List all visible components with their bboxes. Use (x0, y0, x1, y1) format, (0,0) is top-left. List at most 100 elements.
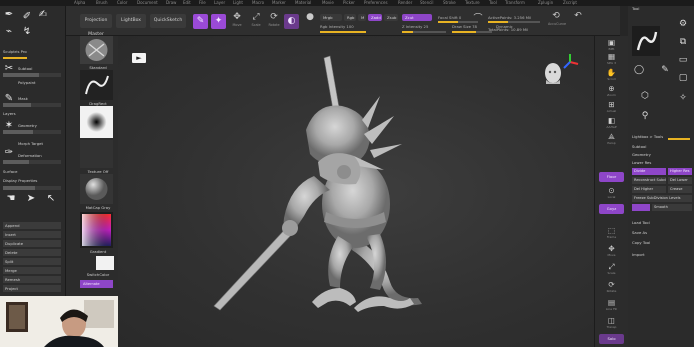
menu-document[interactable]: Document (137, 0, 158, 5)
rgb-intensity-slider[interactable]: Rgb Intensity 100 (320, 24, 354, 29)
tool-slider[interactable] (668, 138, 690, 140)
scroll-button[interactable]: ✋ Scroll (599, 68, 624, 81)
menu-texture[interactable]: Texture (465, 0, 480, 5)
simplebrush-icon[interactable]: ✧ (676, 92, 690, 104)
zsub-button[interactable]: Zsub (384, 14, 398, 21)
zsphere-icon[interactable]: ⚲ (638, 110, 652, 122)
copy-tool-label[interactable]: Copy Tool (632, 240, 692, 245)
mrgb-button[interactable]: Mrgb (320, 14, 342, 21)
duplicate-button[interactable]: Duplicate (3, 240, 61, 247)
crease-button[interactable]: Crease (668, 186, 692, 193)
axis-gizmo-icon[interactable] (560, 52, 580, 72)
linefill-button[interactable]: ▤ Line Fill (599, 298, 624, 311)
menu-macro[interactable]: Macro (252, 0, 264, 5)
mask-bar[interactable] (3, 103, 61, 107)
projection-master-button[interactable]: Projection Master (80, 14, 112, 37)
actual-button[interactable]: ⊞ Actual (599, 100, 624, 113)
focal-shift-slider[interactable]: Focal Shift 0 (438, 15, 461, 20)
menu-material[interactable]: Material (295, 0, 311, 5)
subtool-header[interactable]: Subtool (632, 144, 692, 149)
menu-zscript[interactable]: Zscript (563, 0, 577, 5)
color-picker[interactable] (80, 212, 113, 248)
stroke-thumb[interactable] (80, 70, 113, 100)
hand-icon[interactable]: ☚ (4, 192, 18, 206)
menu-edit[interactable]: Edit (183, 0, 191, 5)
zoom-button[interactable]: ⊕ Zoom (599, 84, 624, 97)
transp-button[interactable]: ◫ Transp (599, 316, 624, 329)
merge-button[interactable]: Merge (3, 267, 61, 274)
aahalf-button[interactable]: ◧ AAHalf (599, 116, 624, 129)
menu-stencil[interactable]: Stencil (420, 0, 434, 5)
menu-alpha[interactable]: Alpha (74, 0, 85, 5)
higher-res-button[interactable]: Higher Res (668, 168, 692, 175)
spix-button[interactable]: ▦ SPix 3 (599, 52, 624, 65)
pointer-icon[interactable]: ↖ (44, 192, 58, 206)
zcut-button[interactable]: Zcut (402, 14, 432, 21)
lazy-mouse-button[interactable]: ⌒ (470, 11, 486, 31)
draw-size-track[interactable] (452, 31, 492, 33)
frame-button[interactable]: ⬚ Frame (599, 226, 624, 239)
menu-file[interactable]: File (199, 0, 206, 5)
subtool-bar[interactable] (3, 73, 61, 77)
z-intensity-track[interactable] (402, 31, 446, 33)
menu-transform[interactable]: Transform (505, 0, 525, 5)
rgb-intensity-track[interactable] (320, 31, 366, 33)
display-properties-label[interactable]: Display Properties (3, 178, 63, 183)
polymesh-icon[interactable]: ⬡ (638, 90, 652, 102)
zadd-button[interactable]: Zadd (368, 14, 382, 21)
menu-brush[interactable]: Brush (96, 0, 108, 5)
split-button[interactable]: Split (3, 258, 61, 265)
append-button[interactable]: Append (3, 222, 61, 229)
deformation-bar[interactable] (3, 160, 61, 164)
geometry-header[interactable]: Geometry (632, 152, 692, 157)
quicksketch-button[interactable]: QuickSketch (150, 14, 186, 28)
alpha-thumb[interactable] (80, 106, 113, 138)
freeze-subdiv-button[interactable]: Freeze SubDivision Levels (632, 195, 692, 202)
texture-thumb[interactable] (80, 140, 113, 168)
local-button[interactable]: ⊙ Local (599, 186, 624, 199)
clay-icon[interactable]: ⌁ (2, 25, 16, 39)
scale-button[interactable]: ⤢ Scale (248, 12, 264, 32)
menu-picker[interactable]: Picker (343, 0, 355, 5)
smooth-icon[interactable]: ↯ (20, 25, 34, 39)
tool-icon[interactable]: ⚙ (676, 18, 690, 30)
menu-preferences[interactable]: Preferences (364, 0, 388, 5)
menu-light[interactable]: Light (233, 0, 243, 5)
sculpt-model[interactable] (118, 36, 594, 347)
layers-label[interactable]: Layers (3, 111, 63, 116)
surface-label[interactable]: Surface (3, 169, 63, 174)
scale-view-button[interactable]: ⤢ Scale (599, 262, 624, 275)
move-topological-icon[interactable]: ✐ (20, 10, 34, 24)
copy-icon[interactable]: ⧉ (676, 36, 690, 48)
menu-tool[interactable]: Tool (489, 0, 497, 5)
display-bar[interactable] (3, 186, 61, 190)
lightbox-button[interactable]: LightBox (116, 14, 146, 28)
load-tool-label[interactable]: Load Tool (632, 220, 692, 225)
del-lower-button[interactable]: Del Lower (668, 177, 692, 184)
move-button[interactable]: ✥ Move (229, 12, 245, 32)
bpr-button[interactable]: ▣ BPR (599, 38, 624, 51)
menu-marker[interactable]: Marker (272, 0, 286, 5)
save-as-label[interactable]: Save As (632, 230, 692, 235)
dam-standard-icon[interactable]: ✑ (2, 146, 16, 160)
viewport-canvas[interactable]: ► (118, 36, 594, 347)
solo-button[interactable]: Solo (599, 334, 624, 344)
rgb-button[interactable]: Rgb (344, 14, 356, 21)
paste-icon[interactable]: ▭ (676, 54, 690, 66)
rotate-view-button[interactable]: ⟳ Rotate (599, 280, 624, 293)
edit-mode-button[interactable]: ✎ (193, 14, 208, 29)
menu-render[interactable]: Render (398, 0, 412, 5)
project-button[interactable]: Project (3, 285, 61, 292)
lower-res-label[interactable]: Lower Res (632, 160, 692, 165)
menu-layer[interactable]: Layer (214, 0, 225, 5)
move-view-button[interactable]: ✥ Move (599, 244, 624, 257)
rotate-button[interactable]: ⟳ Rotate (266, 12, 282, 32)
current-tool-thumb[interactable] (632, 26, 660, 56)
floor-button[interactable]: Floor (599, 172, 624, 182)
insert-button[interactable]: Insert (3, 231, 61, 238)
smooth-button[interactable]: Smooth (652, 204, 692, 211)
import-label[interactable]: Import (632, 252, 692, 257)
menu-stroke[interactable]: Stroke (443, 0, 456, 5)
sculptris-pro-label[interactable]: Sculptris Pro (3, 49, 63, 54)
m-button[interactable]: M (358, 14, 366, 21)
